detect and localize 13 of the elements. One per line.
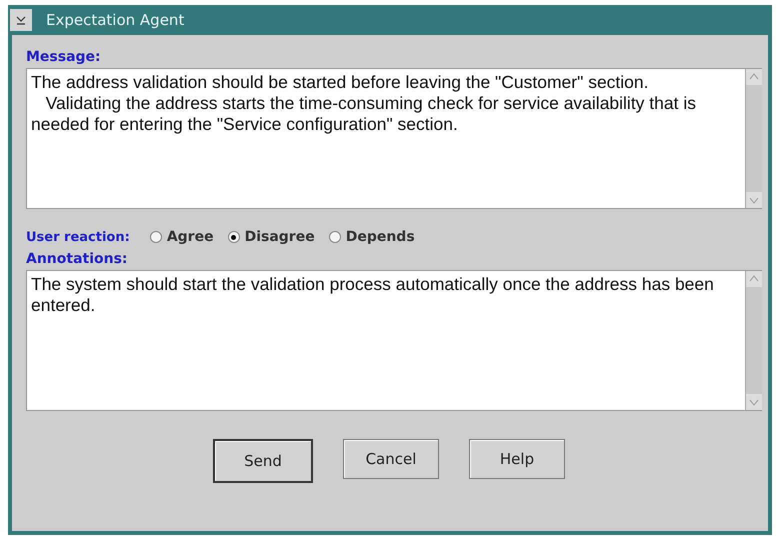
dialog-button[interactable]: Send: [213, 439, 313, 483]
annotations-label: Annotations:: [26, 251, 129, 267]
radio-option[interactable]: Agree: [150, 229, 214, 245]
dialog-button[interactable]: Help: [469, 439, 565, 479]
user-reaction-label: User reaction:: [26, 230, 130, 244]
annotations-field[interactable]: The system should start the validation process automatically once the address has been entered.: [26, 270, 762, 411]
dialog-button[interactable]: Cancel: [343, 439, 439, 479]
message-label: Message:: [26, 49, 102, 65]
message-text: The address validation should be started before leaving the "Customer" section.: [31, 72, 650, 93]
message-text: Validating the address starts the time-consuming check for service availability that is needed for entering the "Service configuration" section.: [31, 93, 697, 135]
radio-option[interactable]: Disagree: [228, 229, 315, 245]
window-title: Expectation Agent: [46, 11, 184, 29]
radio-option[interactable]: Depends: [328, 229, 415, 245]
